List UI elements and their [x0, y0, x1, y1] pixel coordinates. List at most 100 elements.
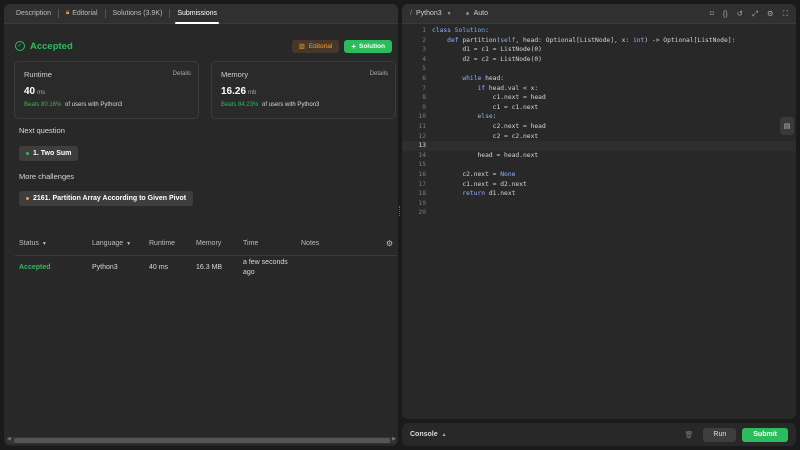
notes-dock-icon[interactable]: ▤: [780, 117, 794, 135]
code-line[interactable]: 18 return d1.next: [402, 189, 796, 199]
code-text: c1 = c1.next: [432, 103, 539, 111]
memory-beats-text: of users with Python3: [262, 102, 320, 108]
gear-icon[interactable]: ⚙: [767, 9, 774, 18]
tab-divider: [58, 9, 60, 18]
row-memory: 16.3 MB: [196, 264, 223, 271]
result-header: ✓ Accepted ▥ Editorial + Solution: [15, 38, 392, 54]
book-icon: ▥: [298, 43, 305, 50]
memory-value: 16.26 mb: [221, 86, 386, 97]
code-line[interactable]: 6 while head:: [402, 74, 796, 84]
lock-icon: 🔒︎: [66, 10, 70, 16]
next-question-title: 1. Two Sum: [33, 150, 72, 157]
code-line[interactable]: 17 c1.next = d2.next: [402, 180, 796, 190]
line-number: 2: [422, 36, 426, 44]
tab-solutions[interactable]: Solutions (3.9K): [107, 4, 169, 24]
panel-resize-handle[interactable]: [399, 206, 401, 216]
code-line[interactable]: 8 c1.next = head: [402, 93, 796, 103]
memory-label: Memory: [221, 70, 249, 79]
row-time: a few seconds ago: [243, 259, 288, 276]
next-question-chip[interactable]: 1. Two Sum: [19, 146, 79, 161]
table-row[interactable]: Accepted Python3 40 ms 16.3 MB a few sec…: [15, 256, 397, 288]
row-status[interactable]: Accepted: [19, 264, 51, 271]
code-line[interactable]: 1 class Solution:: [402, 26, 796, 36]
line-number: 5: [422, 65, 426, 73]
code-line[interactable]: 3 d1 = c1 = ListNode(0): [402, 45, 796, 55]
code-line[interactable]: 13: [402, 141, 796, 151]
runtime-details-link[interactable]: Details: [173, 71, 191, 77]
bookmark-icon[interactable]: ⌑: [710, 9, 714, 18]
check-circle-icon: ✓: [15, 41, 25, 51]
scroll-left-icon[interactable]: ◀: [7, 436, 11, 442]
runtime-number: 40: [24, 86, 36, 97]
language-label: Python3: [415, 10, 442, 17]
runtime-column-header: Runtime: [149, 240, 176, 247]
memory-beats: Beats 84.23% of users with Python3: [221, 102, 386, 108]
submissions-table: Status ▼ Language ▼ Runtime Memory Time No…: [15, 234, 397, 288]
scroll-right-icon[interactable]: ▶: [392, 436, 396, 442]
code-line[interactable]: 4 d2 = c2 = ListNode(0): [402, 55, 796, 65]
tab-divider: [169, 9, 171, 18]
run-button[interactable]: Run: [703, 427, 737, 442]
challenge-chip[interactable]: 2161. Partition Array According to Given…: [19, 191, 194, 206]
accepted-label: Accepted: [30, 40, 73, 52]
editorial-button-label: Editorial: [308, 42, 333, 50]
auto-mode-toggle[interactable]: Auto: [465, 10, 488, 17]
code-text: c1.next = d2.next: [432, 180, 527, 188]
trash-icon[interactable]: 🗑︎: [685, 431, 694, 439]
code-line[interactable]: 12 c2 = c2.next: [402, 132, 796, 142]
code-line[interactable]: 15: [402, 160, 796, 170]
code-line[interactable]: 20: [402, 208, 796, 218]
line-number: 9: [422, 103, 426, 111]
line-number: 16: [418, 170, 426, 178]
runtime-beats: Beats 80.16% of users with Python3: [24, 102, 189, 108]
time-column-header: Time: [243, 240, 259, 247]
tab-solutions-label: Solutions (3.9K): [112, 10, 163, 17]
code-line[interactable]: 5: [402, 64, 796, 74]
chevron-down-icon: ▼: [446, 10, 452, 17]
challenge-title: 2161. Partition Array According to Given…: [33, 195, 187, 202]
status-column-header[interactable]: Status ▼: [19, 240, 47, 247]
code-line[interactable]: 19: [402, 199, 796, 209]
gear-icon[interactable]: ⚙: [386, 239, 393, 248]
horizontal-scrollbar[interactable]: ◀ ▶: [6, 436, 396, 444]
memory-details-link[interactable]: Details: [370, 71, 388, 77]
code-text: def partition(self, head: Optional[ListN…: [447, 36, 736, 44]
code-line[interactable]: 2 def partition(self, head: Optional[Lis…: [402, 36, 796, 46]
tab-description[interactable]: Description: [10, 4, 57, 24]
memory-unit: mb: [248, 90, 257, 96]
scrollbar-thumb[interactable]: [14, 438, 390, 443]
line-number: 6: [422, 74, 426, 82]
fullscreen-icon[interactable]: ⤢: [752, 9, 758, 19]
code-area[interactable]: 1 class Solution: 2 def partition(self, he…: [402, 26, 796, 218]
code-line[interactable]: 14 head = head.next: [402, 151, 796, 161]
console-inner: Console ▲ 🗑︎ Run Submit: [402, 423, 796, 446]
code-line[interactable]: 7 if head.val < x:: [402, 84, 796, 94]
submit-button[interactable]: Submit: [742, 427, 788, 442]
chevron-down-icon: ▼: [126, 241, 132, 247]
code-text: c1.next = head: [432, 94, 546, 102]
reset-icon[interactable]: ↺: [737, 9, 743, 18]
braces-icon[interactable]: {}: [723, 9, 728, 18]
runtime-card[interactable]: Runtime Details 40 ms Beats 80.16% of use…: [14, 61, 199, 119]
language-column-header[interactable]: Language ▼: [92, 240, 131, 247]
expand-icon[interactable]: ⛶: [783, 9, 788, 19]
line-number: 20: [418, 209, 426, 217]
code-line[interactable]: 16 c2.next = None: [402, 170, 796, 180]
tab-submissions[interactable]: Submissions: [171, 4, 223, 24]
plus-icon: +: [351, 41, 356, 51]
code-line[interactable]: 11 c2.next = head: [402, 122, 796, 132]
tab-editorial[interactable]: 🔒︎ Editorial: [60, 4, 104, 24]
console-toggle[interactable]: Console ▲: [410, 431, 447, 438]
code-icon: /: [410, 10, 412, 17]
line-number: 4: [422, 55, 426, 63]
code-line[interactable]: 9 c1 = c1.next: [402, 103, 796, 113]
line-number: 19: [418, 199, 426, 207]
accepted-status: ✓ Accepted: [15, 41, 73, 52]
language-select[interactable]: / Python3 ▼: [410, 10, 452, 17]
more-challenges-label: More challenges: [19, 172, 75, 181]
code-line[interactable]: 10 else:: [402, 112, 796, 122]
editorial-button[interactable]: ▥ Editorial: [291, 39, 340, 53]
memory-card[interactable]: Memory Details 16.26 mb Beats 84.23% of u…: [211, 61, 396, 119]
post-solution-button[interactable]: + Solution: [344, 39, 392, 53]
run-button-label: Run: [713, 431, 727, 438]
